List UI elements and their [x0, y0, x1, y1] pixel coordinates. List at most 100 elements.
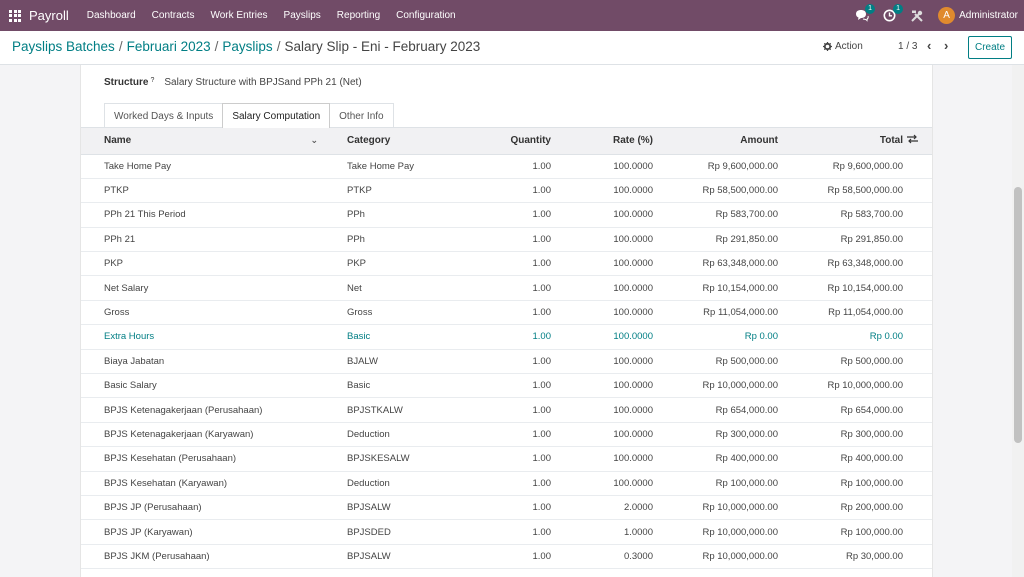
cell-total[interactable]: Rp 654,000.00: [778, 397, 903, 423]
column-header-amount[interactable]: Amount: [653, 128, 778, 155]
table-row[interactable]: BPJS JP (Karyawan) BPJSDED 1.00 1.0000 Rp 10…: [81, 519, 932, 545]
scrollbar[interactable]: [1012, 65, 1024, 577]
cell-total[interactable]: Rp 583,700.00: [778, 202, 903, 228]
optional-columns-toggle[interactable]: [903, 128, 932, 155]
cell-rate[interactable]: 2.0000: [551, 495, 653, 521]
tab-worked-days-inputs[interactable]: Worked Days & Inputs: [104, 103, 224, 128]
cell-quantity[interactable]: 1.00: [444, 373, 551, 399]
menu-item-dashboard[interactable]: Dashboard: [79, 0, 144, 31]
cell-quantity[interactable]: 1.00: [444, 397, 551, 423]
cell-total[interactable]: Rp 63,348,000.00: [778, 251, 903, 277]
cell-name[interactable]: BPJS JKM (Perusahaan): [81, 544, 324, 570]
cell-category[interactable]: Take Home Pay: [324, 154, 444, 179]
cell-amount[interactable]: Rp 291,850.00: [653, 227, 778, 253]
menu-item-contracts[interactable]: Contracts: [144, 0, 203, 31]
cell-category[interactable]: Deduction: [324, 471, 444, 496]
cell-total[interactable]: Rp 0.00: [778, 324, 903, 350]
help-tooltip-icon[interactable]: ?: [150, 77, 154, 84]
cell-total[interactable]: Rp 200,000.00: [778, 495, 903, 521]
table-row[interactable]: Extra Hours Basic 1.00 100.0000 Rp 0.00 Rp 0.…: [81, 324, 932, 350]
cell-amount[interactable]: Rp 10,000,000.00: [653, 544, 778, 570]
activity-button[interactable]: 1: [883, 4, 903, 22]
column-header-quantity[interactable]: Quantity: [444, 128, 551, 155]
cell-amount[interactable]: Rp 11,054,000.00: [653, 300, 778, 326]
avatar[interactable]: A: [938, 7, 956, 24]
cell-quantity[interactable]: 1.00: [444, 495, 551, 521]
cell-quantity[interactable]: 1.00: [444, 544, 551, 570]
scrollbar-thumb[interactable]: [1014, 187, 1022, 443]
cell-rate[interactable]: 100.0000: [551, 251, 653, 277]
cell-amount[interactable]: Rp 10,154,000.00: [653, 275, 778, 301]
cell-rate[interactable]: 0.3000: [551, 544, 653, 570]
structure-value[interactable]: Salary Structure with BPJSand PPh 21 (Ne…: [164, 77, 361, 88]
cell-category[interactable]: Net: [324, 275, 444, 301]
cell-name[interactable]: Extra Hours: [81, 324, 324, 350]
table-row[interactable]: BPJS JP (Perusahaan) BPJSALW 1.00 2.0000 Rp …: [81, 495, 932, 521]
cell-category[interactable]: BPJSKESALW: [324, 446, 444, 472]
cell-category[interactable]: PPh: [324, 227, 444, 253]
table-row[interactable]: PPh 21 PPh 1.00 100.0000 Rp 291,850.00 Rp 291…: [81, 227, 932, 253]
cell-amount[interactable]: Rp 100,000.00: [653, 471, 778, 496]
menu-item-payslips[interactable]: Payslips: [276, 0, 329, 31]
cell-rate[interactable]: 100.0000: [551, 324, 653, 350]
cell-amount[interactable]: Rp 400,000.00: [653, 446, 778, 472]
cell-name[interactable]: BPJS JP (Karyawan): [81, 519, 324, 545]
pager-value[interactable]: 1 / 3: [898, 41, 917, 52]
cell-total[interactable]: Rp 400,000.00: [778, 446, 903, 472]
chevron-down-icon[interactable]: ⌄: [310, 135, 318, 146]
cell-rate[interactable]: 100.0000: [551, 422, 653, 448]
cell-total[interactable]: Rp 100,000.00: [778, 471, 903, 496]
chevron-left-icon[interactable]: ‹: [927, 38, 931, 53]
cell-name[interactable]: Net Salary: [81, 275, 324, 301]
cell-rate[interactable]: 100.0000: [551, 275, 653, 301]
cell-quantity[interactable]: 1.00: [444, 202, 551, 228]
cell-quantity[interactable]: 1.00: [444, 422, 551, 448]
user-menu[interactable]: Administrator: [959, 10, 1018, 21]
chevron-right-icon[interactable]: ›: [944, 38, 948, 53]
cell-name[interactable]: Basic Salary: [81, 373, 324, 399]
cell-name[interactable]: PKP: [81, 251, 324, 277]
table-row[interactable]: BPJS JKM (Perusahaan) BPJSALW 1.00 0.3000 Rp…: [81, 544, 932, 570]
cell-category[interactable]: Basic: [324, 373, 444, 399]
table-row[interactable]: PKP PKP 1.00 100.0000 Rp 63,348,000.00 Rp 63,…: [81, 251, 932, 277]
table-row[interactable]: Biaya Jabatan BJALW 1.00 100.0000 Rp 500,000…: [81, 349, 932, 375]
table-row[interactable]: BPJS Ketenagakerjaan (Perusahaan) BPJSTKA…: [81, 397, 932, 423]
table-row[interactable]: Basic Salary Basic 1.00 100.0000 Rp 10,000,0…: [81, 373, 932, 399]
column-header-total[interactable]: Total: [778, 128, 903, 155]
cell-rate[interactable]: 100.0000: [551, 397, 653, 423]
cell-amount[interactable]: Rp 10,000,000.00: [653, 495, 778, 521]
table-row[interactable]: Net Salary Net 1.00 100.0000 Rp 10,154,000.0…: [81, 275, 932, 301]
breadcrumb-item[interactable]: Payslips: [222, 39, 272, 54]
cell-category[interactable]: BJALW: [324, 349, 444, 375]
cell-total[interactable]: Rp 500,000.00: [778, 349, 903, 375]
cell-name[interactable]: Biaya Jabatan: [81, 349, 324, 375]
cell-quantity[interactable]: 1.00: [444, 349, 551, 375]
cell-quantity[interactable]: 1.00: [444, 275, 551, 301]
menu-item-configuration[interactable]: Configuration: [388, 0, 463, 31]
cell-name[interactable]: BPJS JP (Perusahaan): [81, 495, 324, 521]
tab-other-info[interactable]: Other Info: [329, 103, 394, 128]
table-row[interactable]: BPJS Kesehatan (Perusahaan) BPJSKESALW 1.0…: [81, 446, 932, 472]
cell-total[interactable]: Rp 10,154,000.00: [778, 275, 903, 301]
apps-menu-icon[interactable]: [9, 9, 21, 22]
cell-amount[interactable]: Rp 500,000.00: [653, 349, 778, 375]
cell-quantity[interactable]: 1.00: [444, 519, 551, 545]
action-menu-button[interactable]: Action: [823, 41, 863, 52]
table-row[interactable]: BPJS Ketenagakerjaan (Karyawan) Deduction…: [81, 422, 932, 448]
chat-button[interactable]: 1: [855, 4, 875, 22]
cell-rate[interactable]: 100.0000: [551, 300, 653, 326]
cell-rate[interactable]: 100.0000: [551, 227, 653, 253]
debug-tools-button[interactable]: [910, 9, 924, 23]
cell-amount[interactable]: Rp 654,000.00: [653, 397, 778, 423]
breadcrumb-item[interactable]: Payslips Batches: [12, 39, 115, 54]
table-row[interactable]: Take Home Pay Take Home Pay 1.00 100.0000 Rp…: [81, 154, 932, 179]
cell-amount[interactable]: Rp 10,000,000.00: [653, 373, 778, 399]
cell-total[interactable]: Rp 11,054,000.00: [778, 300, 903, 326]
cell-name[interactable]: BPJS Ketenagakerjaan (Perusahaan): [81, 397, 324, 423]
cell-quantity[interactable]: 1.00: [444, 446, 551, 472]
cell-amount[interactable]: Rp 0.00: [653, 324, 778, 350]
table-row[interactable]: PTKP PTKP 1.00 100.0000 Rp 58,500,000.00 Rp 5…: [81, 178, 932, 204]
cell-category[interactable]: PKP: [324, 251, 444, 277]
menu-item-work-entries[interactable]: Work Entries: [202, 0, 275, 31]
cell-category[interactable]: BPJSDED: [324, 519, 444, 545]
